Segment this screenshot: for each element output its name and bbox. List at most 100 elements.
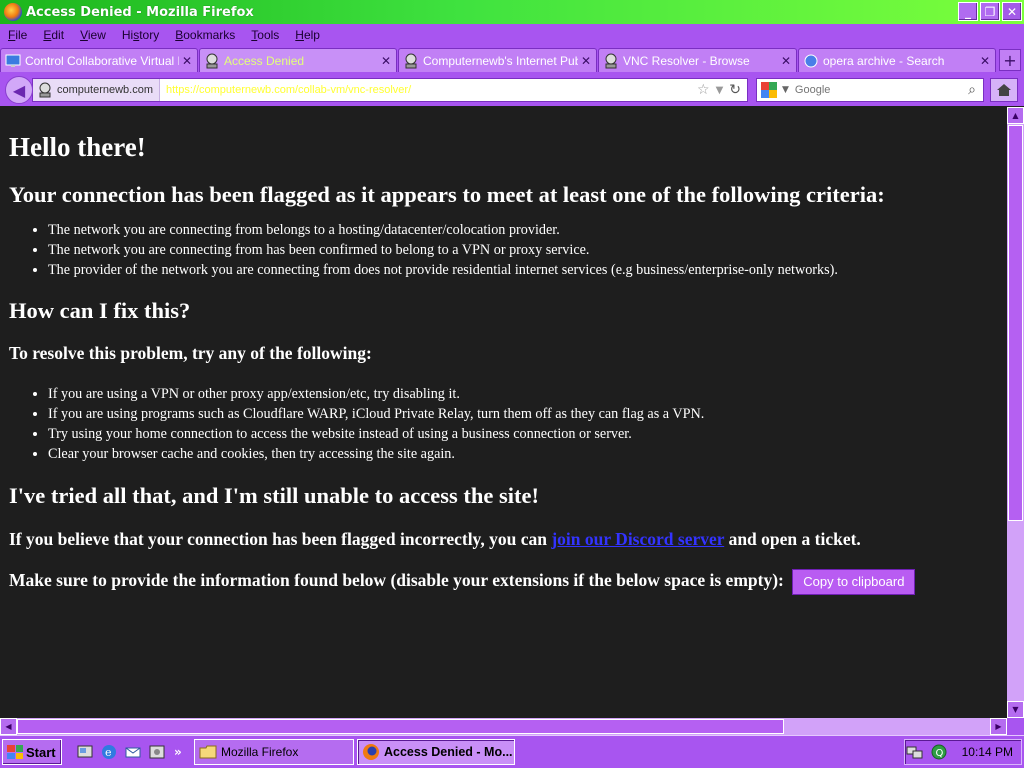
tab-title: opera archive - Search (823, 53, 945, 68)
page-content: Hello there! Your connection has been fl… (0, 107, 1007, 718)
incorrect-text-post: and open a ticket. (724, 529, 861, 549)
close-tab-icon[interactable]: ✕ (977, 54, 993, 68)
system-tray: Q 10:14 PM (904, 739, 1022, 765)
menu-history[interactable]: History (114, 28, 167, 42)
menu-file[interactable]: File (0, 28, 35, 42)
task-access-denied[interactable]: Access Denied - Mo... (357, 739, 515, 765)
search-bar[interactable]: ▼ ⌕ (756, 78, 984, 102)
outlook-express-icon[interactable] (124, 743, 142, 761)
flagged-heading: Your connection has been flagged as it a… (9, 182, 885, 207)
back-button[interactable]: ◀ (5, 76, 33, 104)
fixes-list: If you are using a VPN or other proxy ap… (9, 384, 1007, 464)
scroll-right-icon[interactable]: ▶ (990, 718, 1007, 735)
reload-icon[interactable]: ↻ (729, 82, 741, 98)
menu-bar: File Edit View History Bookmarks Tools H… (0, 24, 1024, 45)
windows-logo-icon (7, 745, 23, 759)
firefox-icon (4, 3, 22, 21)
menu-edit[interactable]: Edit (35, 28, 72, 42)
site-identity-icon (39, 82, 51, 98)
menu-view[interactable]: View (72, 28, 114, 42)
menu-tools[interactable]: Tools (243, 28, 287, 42)
list-item: If you are using programs such as Cloudf… (48, 404, 1007, 424)
show-desktop-icon[interactable] (76, 743, 94, 761)
search-engine-dropdown-icon[interactable]: ▼ (782, 85, 789, 95)
google-icon[interactable] (760, 81, 778, 99)
restore-button[interactable]: ❐ (980, 2, 1000, 21)
firefox-icon (363, 744, 379, 760)
tab-computernewb-pub[interactable]: Computernewb's Internet Pub H... ✕ (398, 48, 597, 72)
discord-link[interactable]: join our Discord server (551, 529, 724, 549)
horizontal-scrollbar[interactable]: ◀ ▶ (0, 718, 1007, 735)
tab-title: Control Collaborative Virtual Ma... (25, 53, 179, 68)
resolve-heading: To resolve this problem, try any of the … (9, 343, 372, 363)
search-icon[interactable]: ⌕ (961, 82, 983, 98)
copy-to-clipboard-button[interactable]: Copy to clipboard (792, 569, 916, 595)
close-tab-icon[interactable]: ✕ (578, 54, 594, 68)
home-button[interactable] (990, 78, 1018, 102)
media-player-icon[interactable] (148, 743, 166, 761)
search-tab-icon (804, 54, 818, 67)
bookmark-star-icon[interactable]: ☆ (697, 82, 710, 98)
tab-access-denied[interactable]: Access Denied ✕ (199, 48, 397, 72)
internet-explorer-icon[interactable]: e (100, 743, 118, 761)
close-tab-icon[interactable]: ✕ (179, 54, 195, 68)
tab-title: Access Denied (224, 53, 305, 68)
tab-title: VNC Resolver - Browse (623, 53, 750, 68)
start-label: Start (26, 744, 56, 760)
network-connection-icon[interactable] (906, 743, 924, 761)
window-controls: _ ❐ ✕ (958, 2, 1022, 21)
start-button[interactable]: Start (2, 739, 62, 765)
security-center-icon[interactable]: Q (930, 743, 948, 761)
monitor-icon (5, 54, 21, 67)
url-bar[interactable]: computernewb.com https://computernewb.co… (32, 78, 748, 102)
close-tab-icon[interactable]: ✕ (778, 54, 794, 68)
new-tab-button[interactable]: + (999, 49, 1021, 71)
search-input[interactable] (792, 83, 961, 97)
provide-info-paragraph: Make sure to provide the information fou… (9, 569, 1007, 595)
criteria-list: The network you are connecting from belo… (9, 220, 1007, 280)
home-icon (997, 84, 1011, 96)
scroll-down-icon[interactable]: ▼ (1007, 701, 1024, 718)
window-title: Access Denied - Mozilla Firefox (26, 4, 254, 20)
incorrect-text-pre: If you believe that your connection has … (9, 529, 552, 549)
list-item: If you are using a VPN or other proxy ap… (48, 384, 1007, 404)
history-dropdown-icon[interactable]: ▼ (716, 85, 724, 96)
menu-bookmarks[interactable]: Bookmarks (167, 28, 243, 42)
close-button[interactable]: ✕ (1002, 2, 1022, 21)
page-heading: Hello there! (9, 132, 146, 162)
taskbar: Start e » Mozilla Firefox Access Denied … (0, 735, 1024, 768)
scrollbar-corner (1007, 718, 1024, 735)
quick-launch-more-icon[interactable]: » (174, 745, 182, 759)
tab-vnc-resolver[interactable]: VNC Resolver - Browse ✕ (598, 48, 797, 72)
scroll-up-icon[interactable]: ▲ (1007, 107, 1024, 124)
menu-help[interactable]: Help (287, 28, 328, 42)
scroll-left-icon[interactable]: ◀ (0, 718, 17, 735)
url-text[interactable]: https://computernewb.com/collab-vm/vnc-r… (160, 84, 697, 96)
list-item: Try using your home connection to access… (48, 424, 1007, 444)
vertical-scroll-thumb[interactable] (1008, 125, 1023, 521)
list-item: Clear your browser cache and cookies, th… (48, 444, 1007, 464)
network-icon (206, 53, 218, 68)
list-item: The network you are connecting from belo… (48, 220, 1007, 240)
clock: 10:14 PM (961, 745, 1013, 759)
folder-icon (199, 745, 217, 759)
close-tab-icon[interactable]: ✕ (378, 54, 394, 68)
network-icon (405, 53, 417, 68)
task-mozilla-firefox-folder[interactable]: Mozilla Firefox (194, 739, 354, 765)
horizontal-scroll-thumb[interactable] (17, 719, 784, 734)
tab-control-collaborative[interactable]: Control Collaborative Virtual Ma... ✕ (0, 48, 198, 72)
list-item: The provider of the network you are conn… (48, 260, 1007, 280)
vertical-scrollbar[interactable]: ▲ ▼ (1007, 107, 1024, 718)
site-identity-button[interactable]: computernewb.com (33, 79, 160, 101)
tab-opera-archive[interactable]: opera archive - Search ✕ (798, 48, 996, 72)
window-titlebar[interactable]: Access Denied - Mozilla Firefox _ ❐ ✕ (0, 0, 1024, 24)
site-identity-label: computernewb.com (57, 84, 153, 96)
tab-title: Computernewb's Internet Pub H... (423, 53, 578, 68)
quick-launch: e » (76, 742, 182, 762)
tab-strip: Control Collaborative Virtual Ma... ✕ Ac… (0, 45, 1024, 72)
task-label: Mozilla Firefox (221, 745, 299, 759)
minimize-button[interactable]: _ (958, 2, 978, 21)
network-icon (605, 53, 617, 68)
navigation-bar: computernewb.com https://computernewb.co… (0, 72, 1024, 106)
fix-heading: How can I fix this? (9, 298, 191, 323)
